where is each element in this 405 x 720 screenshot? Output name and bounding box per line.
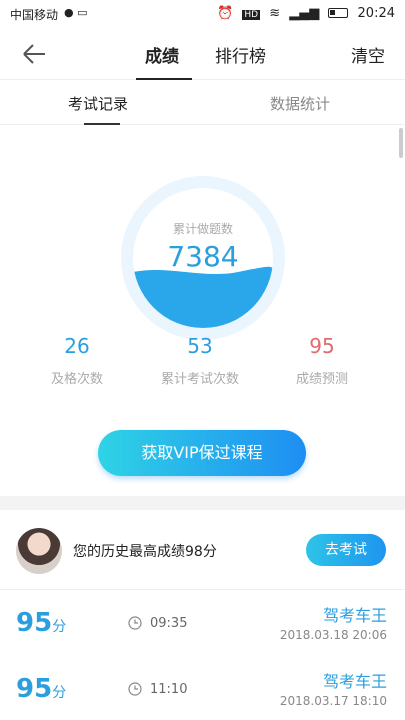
back-arrow-icon[interactable]	[20, 40, 48, 68]
vip-course-button[interactable]: 获取VIP保过课程	[98, 430, 306, 476]
system-icons: ⏰ HD ≋ ▂▄▆ 20:24	[212, 6, 395, 21]
app-icon: ▭	[77, 6, 88, 19]
tab-ranking[interactable]: 排行榜	[215, 42, 266, 67]
record-score: 95分	[16, 674, 67, 704]
clock-icon	[128, 682, 142, 696]
scrollbar[interactable]	[399, 128, 403, 158]
list-item[interactable]: 95分 09:35 驾考车王 2018.03.18 20:06	[0, 594, 405, 656]
take-exam-button[interactable]: 去考试	[306, 534, 386, 566]
stat-label: 及格次数	[50, 372, 103, 387]
carrier-name: 中国移动	[10, 8, 59, 22]
stat-exam-count: 53 累计考试次数	[140, 334, 260, 387]
hd-icon: HD	[242, 10, 261, 20]
wifi-icon: ≋	[269, 6, 281, 21]
stat-label: 成绩预测	[295, 372, 348, 387]
section-divider	[0, 496, 405, 510]
sub-tabs: 考试记录 数据统计	[0, 81, 405, 125]
stat-pass-count: 26 及格次数	[17, 334, 137, 387]
gauge-label: 累计做题数	[172, 222, 233, 236]
stat-label: 累计考试次数	[160, 372, 239, 387]
record-name: 驾考车王	[322, 672, 387, 691]
subtab-exam-records[interactable]: 考试记录	[68, 93, 128, 114]
battery-icon	[328, 8, 349, 18]
best-score-text: 您的历史最高成绩98分	[73, 544, 217, 560]
record-date: 2018.03.17 18:10	[279, 694, 387, 708]
tab-indicator	[136, 78, 192, 80]
wechat-icon: ●	[64, 6, 74, 19]
stat-value: 26	[64, 334, 90, 358]
gauge-value: 7384	[167, 240, 239, 273]
best-score-row: 您的历史最高成绩98分 去考试	[0, 510, 405, 590]
summary-panel: 累计做题数 7384 26 及格次数 53 累计考试次数 95 成绩预测 获取V…	[0, 126, 405, 496]
stat-value: 53	[187, 334, 213, 358]
gauge-inner: 累计做题数 7384	[133, 188, 273, 328]
clock-icon	[128, 616, 142, 630]
notification-icons: ● ▭	[64, 6, 88, 19]
subtab-statistics[interactable]: 数据统计	[270, 93, 330, 114]
avatar	[16, 528, 62, 574]
stat-score-prediction: 95 成绩预测	[262, 334, 382, 387]
question-count-gauge: 累计做题数 7384	[121, 176, 285, 340]
clock-time: 20:24	[357, 6, 395, 21]
top-navigation: 成绩 排行榜 清空	[0, 28, 405, 80]
record-score: 95分	[16, 608, 67, 638]
clear-button[interactable]: 清空	[351, 42, 385, 67]
record-duration: 11:10	[150, 682, 188, 697]
record-date: 2018.03.18 20:06	[279, 628, 387, 642]
record-name: 驾考车王	[322, 606, 387, 625]
signal-icon: ▂▄▆	[289, 6, 320, 21]
status-bar: 中国移动 ● ▭ ⏰ HD ≋ ▂▄▆ 20:24	[0, 0, 405, 28]
record-duration: 09:35	[150, 616, 188, 631]
alarm-icon: ⏰	[217, 6, 234, 21]
subtab-indicator	[84, 123, 120, 125]
list-item[interactable]: 95分 11:10 驾考车王 2018.03.17 18:10	[0, 660, 405, 720]
stat-value: 95	[309, 334, 335, 358]
tab-scores[interactable]: 成绩	[145, 42, 179, 67]
